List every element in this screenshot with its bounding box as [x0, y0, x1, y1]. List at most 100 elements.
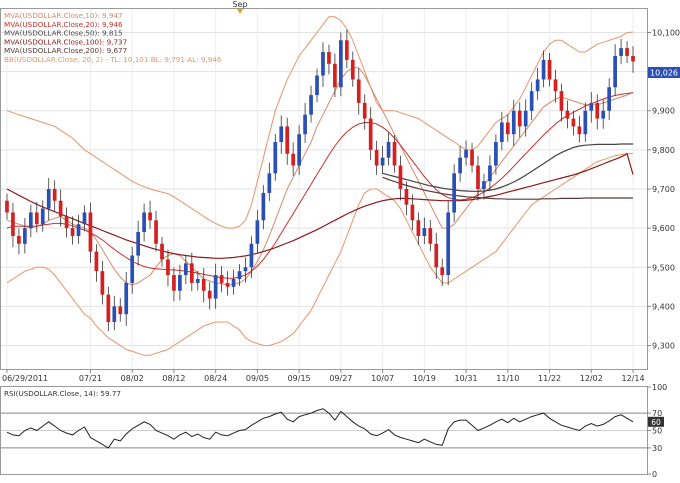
time-marker-label: Sep	[232, 0, 247, 9]
candle-down	[356, 79, 361, 103]
candle-up	[213, 275, 218, 299]
candle-up	[315, 75, 319, 96]
candle-down	[17, 235, 21, 244]
x-tick-label: 08/24	[204, 374, 227, 383]
candle-up	[422, 228, 427, 236]
candle-up	[482, 181, 486, 189]
candle-down	[201, 279, 206, 291]
rsi-y-tick-label: 50	[652, 427, 662, 436]
candle-up	[46, 189, 51, 209]
candle-down	[428, 228, 433, 244]
candle-down	[225, 282, 230, 287]
candle-down	[291, 153, 296, 166]
candle-up	[452, 173, 456, 213]
candle-down	[416, 220, 421, 236]
candle-down	[362, 102, 367, 119]
price-y-tick-label: 9,300	[652, 342, 675, 351]
candle-down	[166, 259, 170, 276]
candle-down	[172, 275, 176, 291]
candle-up	[464, 149, 468, 158]
candle-up	[237, 271, 242, 279]
legend-entry: MVA(USDOLLAR.Close,20): 9,946	[4, 20, 123, 29]
candle-down	[595, 102, 600, 119]
candle-up	[297, 134, 301, 166]
candle-down	[410, 204, 415, 221]
candle-down	[58, 200, 63, 217]
candle-down	[333, 63, 337, 88]
candle-down	[368, 118, 373, 150]
candle-down	[577, 126, 582, 135]
candle-up	[124, 282, 129, 315]
candle-up	[601, 110, 606, 119]
x-tick-label: 11/22	[538, 374, 561, 383]
candle-up	[500, 122, 504, 143]
rsi-y-tick-label: 70	[652, 409, 662, 418]
candle-up	[535, 79, 540, 92]
candle-down	[154, 220, 158, 244]
candle-down	[398, 165, 403, 189]
x-axis: 06/29/2011 07/21 08/02 08/12 08/24 09/05 09/15…	[2, 369, 645, 383]
candle-down	[344, 40, 349, 60]
candle-up	[339, 40, 343, 88]
candle-down	[631, 55, 635, 62]
candle-down	[189, 263, 194, 283]
x-tick-label: 07/21	[79, 374, 102, 383]
candle-up	[273, 142, 278, 174]
x-tick-label: 09/27	[329, 374, 352, 383]
candle-up	[541, 59, 546, 80]
legend-entry: MVA(USDOLLAR.Close,10): 9,947	[4, 11, 123, 20]
candle-up	[589, 102, 594, 111]
candle-down	[470, 149, 474, 166]
last-price-tag: 10,026	[648, 67, 680, 78]
candle-down	[64, 216, 69, 229]
candle-down	[327, 52, 331, 64]
x-tick-label: 10/31	[455, 374, 478, 383]
chart-svg: 9,3009,4009,5009,6009,7009,8009,90010,00…	[0, 0, 680, 479]
price-y-tick-label: 9,800	[652, 146, 675, 155]
x-tick-label: 08/12	[162, 374, 185, 383]
last-price-label: 10,026	[650, 69, 678, 78]
candle-up	[523, 110, 528, 127]
candle-up	[613, 55, 617, 88]
candle-up	[40, 208, 45, 225]
price-y-tick-label: 9,600	[652, 224, 675, 233]
candle-up	[255, 220, 260, 244]
candle-down	[160, 243, 164, 260]
rsi-legend-entry: RSI(USDOLLAR.Close, 14): 59.77	[4, 389, 121, 398]
legend-entry: MVA(USDOLLAR.Close,200): 9,677	[4, 46, 127, 55]
candle-up	[303, 114, 307, 135]
candle-down	[88, 212, 93, 252]
candle-down	[100, 271, 105, 295]
candle-down	[404, 189, 409, 205]
rsi-y-tick-label: 100	[652, 383, 667, 392]
legend-entry: MVA(USDOLLAR.Close,50): 9,815	[4, 29, 123, 38]
chart-root: 9,3009,4009,5009,6009,7009,8009,90010,00…	[0, 0, 680, 479]
candle-up	[112, 306, 117, 323]
candle-up	[488, 165, 492, 182]
candle-up	[458, 157, 462, 174]
candle-up	[243, 267, 248, 272]
candle-up	[619, 48, 623, 56]
candle-up	[446, 212, 451, 276]
candle-up	[494, 142, 498, 166]
candle-up	[28, 212, 33, 229]
candle-down	[553, 79, 558, 92]
price-y-tick-label: 9,700	[652, 185, 675, 194]
candle-down	[94, 251, 99, 272]
candle-up	[130, 255, 135, 283]
candle-down	[374, 149, 379, 166]
x-tick-label: 09/05	[246, 374, 269, 383]
candle-up	[386, 142, 391, 158]
candle-up	[321, 52, 325, 76]
candle-up	[511, 110, 516, 135]
candle-up	[142, 212, 146, 233]
candle-up	[249, 243, 254, 268]
candle-up	[231, 279, 236, 287]
candle-up	[583, 110, 588, 135]
candle-down	[392, 142, 397, 166]
x-tick-label: 06/29/2011	[2, 374, 48, 383]
candle-up	[178, 275, 182, 291]
rsi-y-axis: 0 30 50 70 100 60	[647, 383, 667, 479]
legend-entry: MVA(USDOLLAR.Close,100): 9,737	[4, 37, 127, 46]
candle-up	[136, 232, 140, 256]
